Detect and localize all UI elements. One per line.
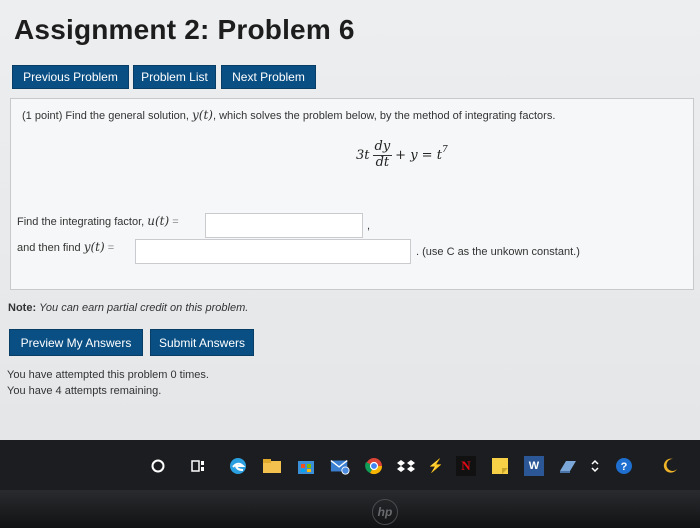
solution-variable: y(t)	[83, 240, 105, 254]
eq-coefficient: 3t	[356, 147, 370, 163]
previous-problem-button[interactable]: Previous Problem	[12, 65, 129, 89]
svg-text:?: ?	[621, 461, 628, 473]
factor-variable: u(t)	[147, 214, 170, 228]
attempts-count: You have attempted this problem 0 times.	[7, 369, 209, 381]
problem-statement: (1 point) Find the general solution, y(t…	[22, 108, 555, 122]
eq-rest: + y = t	[395, 147, 442, 163]
moon-icon[interactable]	[660, 456, 680, 476]
task-view-icon[interactable]	[188, 456, 208, 476]
factor-equals: =	[172, 216, 179, 228]
eq-numerator: dy	[372, 138, 393, 156]
intro-suffix: , which solves the problem below, by the…	[212, 110, 556, 122]
solution-hint: . (use C as the unkown constant.)	[416, 246, 580, 258]
submit-answers-button[interactable]: Submit Answers	[150, 329, 254, 356]
differential-equation: 3t dy dt + y = t7	[356, 138, 448, 172]
mail-icon[interactable]	[330, 456, 350, 476]
search-icon[interactable]	[148, 456, 168, 476]
hp-logo: hp	[372, 499, 398, 525]
factor-comma: ,	[367, 220, 371, 232]
factor-label: Find the integrating factor,	[17, 216, 145, 228]
chrome-icon[interactable]	[364, 456, 384, 476]
dropbox-icon[interactable]	[396, 456, 416, 476]
store-icon[interactable]	[296, 456, 316, 476]
chevron-icon[interactable]	[588, 456, 602, 476]
page-title: Assignment 2: Problem 6	[14, 14, 355, 45]
help-icon[interactable]: ?	[614, 456, 634, 476]
attempts-remaining: You have 4 attempts remaining.	[7, 385, 162, 397]
edge-icon[interactable]	[228, 456, 248, 476]
preview-answers-button[interactable]: Preview My Answers	[9, 329, 143, 356]
app-icon[interactable]	[558, 456, 578, 476]
partial-credit-note: Note: You can earn partial credit on thi…	[8, 302, 248, 314]
derivative-fraction: dy dt	[372, 138, 393, 171]
netflix-icon[interactable]: N	[456, 456, 476, 476]
note-label: Note:	[8, 302, 37, 314]
eq-exponent: 7	[441, 145, 448, 155]
eq-denominator: dt	[375, 154, 390, 170]
sticky-notes-icon[interactable]	[490, 456, 510, 476]
solution-row: and then find y(t) =	[17, 240, 114, 254]
problem-list-button[interactable]: Problem List	[133, 65, 216, 89]
bolt-icon[interactable]: ⚡	[426, 456, 446, 476]
solution-equals: =	[107, 242, 115, 254]
general-solution-input[interactable]	[135, 239, 411, 264]
solution-label: and then find	[17, 242, 81, 254]
integrating-factor-input[interactable]	[205, 213, 363, 238]
file-explorer-icon[interactable]	[262, 456, 282, 476]
intro-variable: y(t)	[192, 108, 213, 122]
factor-row: Find the integrating factor, u(t) =	[17, 214, 179, 228]
note-text: You can earn partial credit on this prob…	[39, 302, 249, 314]
intro-prefix: (1 point) Find the general solution,	[22, 110, 189, 122]
word-icon[interactable]: W	[524, 456, 544, 476]
laptop-bezel	[0, 490, 700, 528]
browser-viewport: Assignment 2: Problem 6 Previous Problem…	[0, 0, 700, 440]
next-problem-button[interactable]: Next Problem	[221, 65, 316, 89]
